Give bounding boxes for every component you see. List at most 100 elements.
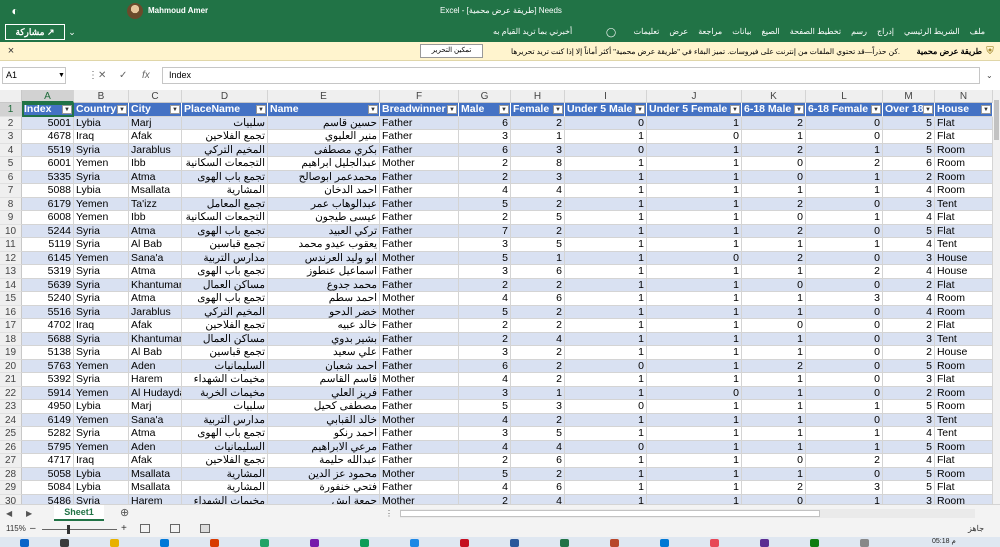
table-cell[interactable]: مصطفى كحيل [268,400,380,414]
cancel-icon[interactable]: ✕ [98,67,106,84]
table-cell[interactable]: 1 [647,359,742,373]
table-cell[interactable]: 6 [511,454,565,468]
table-cell[interactable]: 2 [459,494,511,504]
table-cell[interactable]: 8 [511,157,565,171]
row-number[interactable]: 13 [0,265,22,279]
filter-dropdown-icon[interactable]: ▼ [499,105,509,114]
table-cell[interactable]: Iraq [74,319,129,333]
table-cell[interactable]: Tent [935,413,993,427]
table-cell[interactable]: Syria [74,292,129,306]
header-cell[interactable]: Over 18 ▼ [883,103,935,117]
table-cell[interactable]: 0 [565,440,647,454]
zoom-level[interactable]: 115% [6,523,26,535]
table-cell[interactable]: Iraq [74,130,129,144]
row-number[interactable]: 15 [0,292,22,306]
header-cell[interactable]: Male ▼ [459,103,511,117]
table-cell[interactable]: 5688 [22,332,74,346]
zoom-slider-handle[interactable] [67,525,70,534]
table-cell[interactable]: 2 [511,305,565,319]
row-number[interactable]: 19 [0,346,22,360]
table-cell[interactable]: 3 [459,346,511,360]
table-cell[interactable]: 5 [883,224,935,238]
table-cell[interactable]: 3 [459,130,511,144]
table-cell[interactable]: تجمع باب الهوى [182,170,268,184]
table-cell[interactable]: Syria [74,265,129,279]
column-letter[interactable]: B [74,90,129,103]
folder-icon[interactable] [110,539,119,547]
table-cell[interactable]: 5 [511,427,565,441]
table-cell[interactable]: 3 [883,373,935,387]
table-cell[interactable]: Syria [74,346,129,360]
row-number[interactable]: 8 [0,197,22,211]
table-cell[interactable]: 0 [806,373,883,387]
table-cell[interactable]: 1 [647,305,742,319]
table-cell[interactable]: Tent [935,332,993,346]
table-cell[interactable]: 4 [459,184,511,198]
table-cell[interactable]: 3 [883,251,935,265]
table-cell[interactable]: 0 [742,494,806,504]
table-cell[interactable]: Room [935,400,993,414]
table-cell[interactable]: 6145 [22,251,74,265]
tab-formulas[interactable]: الصيغ [757,22,785,42]
table-cell[interactable]: Flat [935,319,993,333]
table-cell[interactable]: Msallata [129,481,182,495]
table-cell[interactable]: 1 [647,494,742,504]
table-cell[interactable]: Mother [380,292,459,306]
table-cell[interactable]: Mother [380,305,459,319]
row-number[interactable]: 25 [0,427,22,441]
table-cell[interactable]: Atma [129,292,182,306]
row-number[interactable]: 17 [0,319,22,333]
table-cell[interactable]: 3 [459,238,511,252]
table-cell[interactable]: 4 [883,238,935,252]
header-cell[interactable]: City ▼ [129,103,182,117]
table-cell[interactable]: فريز العلي [268,386,380,400]
user-name[interactable]: Mahmoud Amer [148,4,208,17]
table-cell[interactable]: 1 [742,305,806,319]
table-cell[interactable]: 1 [647,332,742,346]
table-cell[interactable]: 0 [647,251,742,265]
table-cell[interactable]: 1 [742,184,806,198]
table-cell[interactable]: 0 [806,116,883,130]
table-cell[interactable]: Yemen [74,251,129,265]
table-cell[interactable]: 2 [883,346,935,360]
table-cell[interactable]: 4 [883,305,935,319]
table-cell[interactable]: Sana'a [129,251,182,265]
table-cell[interactable]: مرعي الابراهيم [268,440,380,454]
table-cell[interactable]: Father [380,211,459,225]
table-cell[interactable]: 4 [883,184,935,198]
table-cell[interactable]: 1 [742,332,806,346]
table-cell[interactable]: Ibb [129,157,182,171]
table-cell[interactable]: Syria [74,305,129,319]
row-number[interactable]: 9 [0,211,22,225]
table-cell[interactable]: 0 [806,346,883,360]
table-cell[interactable]: 1 [742,386,806,400]
table-cell[interactable]: عبدالله حليمة [268,454,380,468]
excel-icon[interactable] [560,539,569,547]
zoom-in-icon[interactable]: + [121,522,127,535]
tab-view[interactable]: عرض [664,22,693,42]
table-cell[interactable]: Mother [380,157,459,171]
table-cell[interactable]: 0 [806,305,883,319]
word-icon[interactable] [510,539,519,547]
table-cell[interactable]: 5516 [22,305,74,319]
column-letter[interactable]: N [935,90,993,103]
filter-dropdown-icon[interactable]: ▼ [447,105,457,114]
normal-view-icon[interactable] [200,524,210,533]
app-icon[interactable] [360,539,369,547]
table-cell[interactable]: 1 [806,184,883,198]
header-cell[interactable]: Female ▼ [511,103,565,117]
table-cell[interactable]: 1 [565,224,647,238]
table-cell[interactable]: 6 [511,292,565,306]
table-cell[interactable]: Father [380,346,459,360]
table-cell[interactable]: Afak [129,454,182,468]
row-number[interactable]: 27 [0,454,22,468]
table-cell[interactable]: 1 [806,238,883,252]
search-icon[interactable] [60,539,69,547]
zoom-out-icon[interactable]: – [30,522,36,535]
table-cell[interactable]: مخيمات الشهداء [182,373,268,387]
powerpoint-icon[interactable] [610,539,619,547]
table-cell[interactable]: Flat [935,116,993,130]
table-cell[interactable]: 1 [742,265,806,279]
table-cell[interactable]: 3 [883,413,935,427]
table-cell[interactable]: اسماعيل عنطوز [268,265,380,279]
